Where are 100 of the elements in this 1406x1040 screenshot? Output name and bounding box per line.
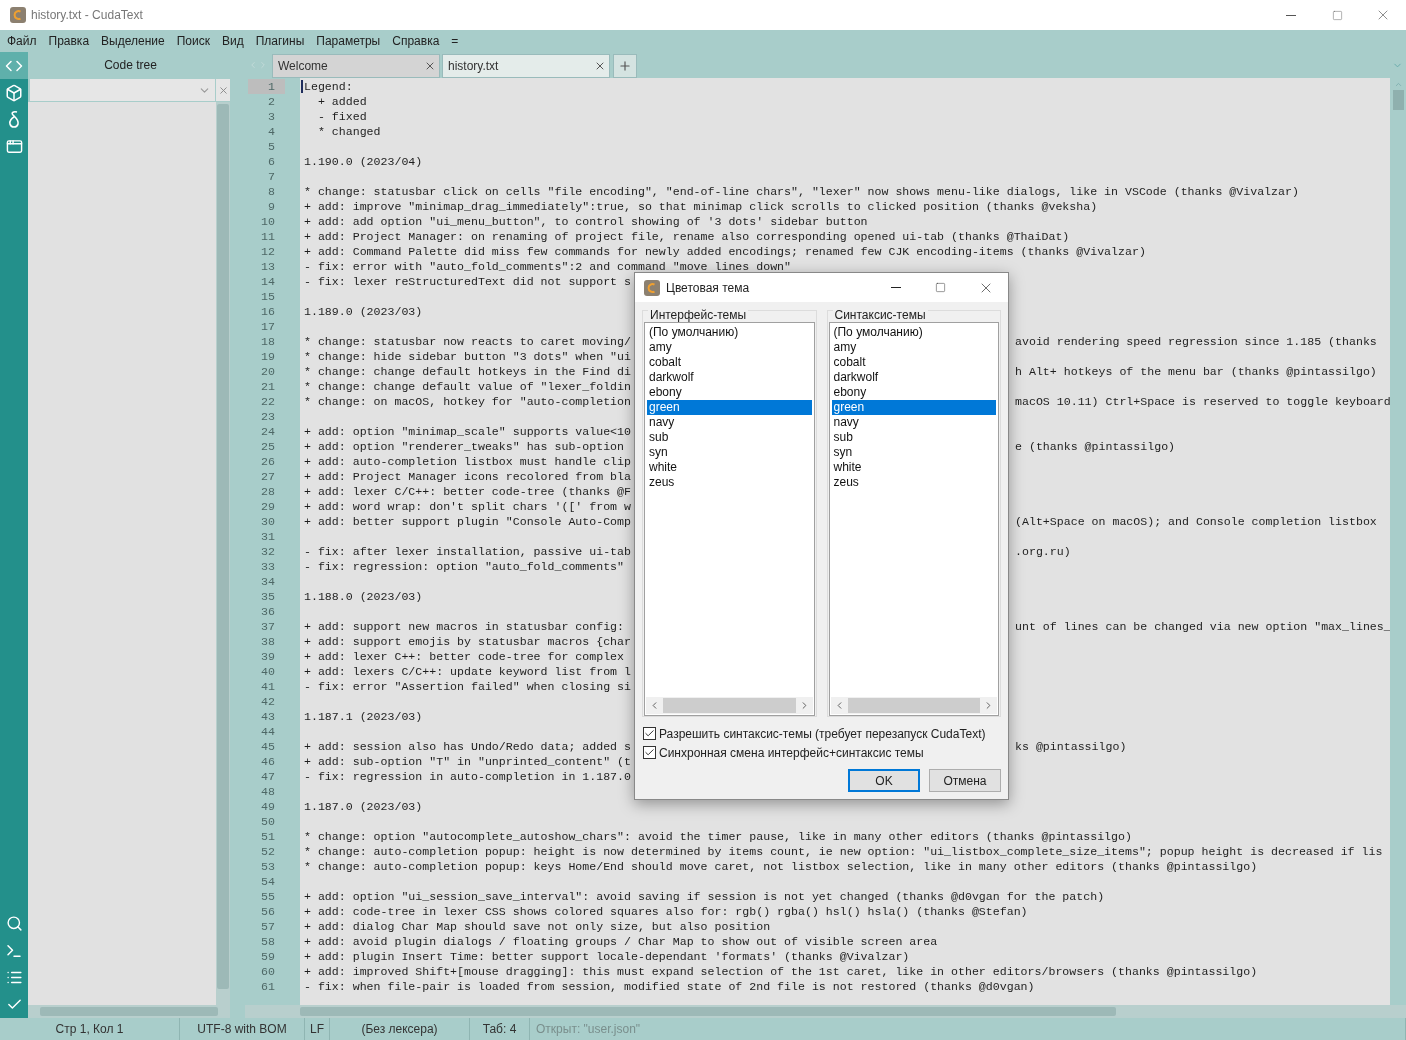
code-line: - fix: lexer reStructuredText did not support s bbox=[304, 275, 631, 288]
dialog-button[interactable]: Отмена bbox=[929, 769, 1001, 792]
clear-button[interactable] bbox=[216, 79, 230, 101]
code-line: - fix: regression: option "auto_fold_comments" bbox=[304, 560, 625, 573]
line-number: 49 bbox=[260, 799, 276, 814]
line-number: 45 bbox=[260, 739, 276, 754]
status-cell[interactable]: LF bbox=[310, 1020, 324, 1038]
list-item[interactable]: navy bbox=[831, 415, 996, 430]
menu-item[interactable]: Файл bbox=[1, 32, 43, 50]
code-line: * changed bbox=[316, 125, 381, 138]
menu-item[interactable]: Поиск bbox=[170, 32, 216, 50]
list-item[interactable]: cobalt bbox=[831, 355, 996, 370]
code-line: + add: option "ui_session_save_interval": avoid saving if session is not yet changed (thanks @d0vgan for the patch) bbox=[304, 890, 1105, 903]
menu-item[interactable]: = bbox=[445, 32, 465, 50]
list-item[interactable]: syn bbox=[831, 445, 996, 460]
line-number: 33 bbox=[260, 559, 276, 574]
dialog-title: Цветовая тема bbox=[666, 279, 750, 297]
list-item[interactable]: white bbox=[831, 460, 996, 475]
scrollbar[interactable] bbox=[216, 102, 230, 1005]
menu-item[interactable]: Выделение bbox=[95, 32, 171, 50]
menu-item[interactable]: Вид bbox=[215, 32, 250, 50]
status-cell[interactable]: UTF-8 with BOM bbox=[197, 1020, 287, 1038]
list-item[interactable]: darkwolf bbox=[647, 370, 812, 385]
dialog-button[interactable]: OK bbox=[848, 769, 920, 792]
list-icon bbox=[5, 969, 23, 986]
line-number: 43 bbox=[260, 709, 276, 724]
line-number: 40 bbox=[260, 664, 276, 679]
scrollbar[interactable] bbox=[646, 697, 813, 714]
code-line: unt of lines can be changed via new option "max_lines_ bbox=[1015, 619, 1390, 634]
code-line: 1.187.0 (2023/03) bbox=[304, 800, 423, 813]
code-line: - fix: error "Assertion failed" when closing si bbox=[304, 680, 631, 693]
close-tab-icon[interactable] bbox=[594, 60, 606, 72]
list-item[interactable]: (По умолчанию) bbox=[647, 325, 812, 340]
line-number: 14 bbox=[260, 274, 276, 289]
scroll-up-icon[interactable] bbox=[1393, 80, 1403, 89]
list-item[interactable]: syn bbox=[647, 445, 812, 460]
theme-list[interactable]: (По умолчанию) amy cobalt darkwolf ebony green navy sub syn white zeus bbox=[828, 322, 999, 716]
code-line: + add: improved Shift+[mouse dragging]: this must expand selection of the 1st caret, like in other editors/browsers (thanks @pintassilgo) bbox=[304, 965, 1258, 978]
checkbox[interactable] bbox=[643, 727, 656, 740]
line-number: 2 bbox=[267, 94, 276, 109]
code-line: + add: Project Manager icons recolored from bla bbox=[304, 470, 631, 483]
code-line: ks @pintassilgo) bbox=[1015, 739, 1127, 754]
line-number: 51 bbox=[260, 829, 276, 844]
line-number: 55 bbox=[260, 889, 276, 904]
status-cell[interactable]: Таб: 4 bbox=[482, 1020, 517, 1038]
text-caret bbox=[301, 80, 303, 93]
close-tab-icon[interactable] bbox=[424, 60, 436, 72]
code-line: 1.188.0 (2023/03) bbox=[304, 590, 423, 603]
editor-tab[interactable]: Welcome bbox=[272, 54, 440, 78]
list-item[interactable]: amy bbox=[647, 340, 812, 355]
code-line: - fixed bbox=[316, 110, 367, 123]
search-icon bbox=[5, 915, 23, 932]
menu-item[interactable]: Параметры bbox=[310, 32, 387, 50]
scrollbar-thumb[interactable] bbox=[1392, 90, 1404, 110]
code-line: - fix: when file-pair is loaded from session, modified state of 2nd file is not restored (thanks @d0vgan) bbox=[304, 980, 1035, 993]
window-icon bbox=[5, 138, 23, 155]
sidebar-button[interactable] bbox=[0, 52, 28, 79]
editor-tab[interactable]: history.txt bbox=[442, 54, 610, 78]
scrollbar-thumb[interactable] bbox=[217, 104, 229, 989]
line-number: 42 bbox=[260, 694, 276, 709]
status-cell[interactable]: (Без лексера) bbox=[361, 1020, 438, 1038]
code-line: h Alt+ hotkeys of the menu bar (thanks @pintassilgo) bbox=[1015, 364, 1377, 379]
list-item[interactable]: white bbox=[647, 460, 812, 475]
panel-title: Code tree bbox=[104, 57, 157, 74]
menu-item[interactable]: Правка bbox=[42, 32, 96, 50]
line-number: 24 bbox=[260, 424, 276, 439]
line-number: 59 bbox=[260, 949, 276, 964]
list-item[interactable]: green bbox=[831, 400, 996, 415]
list-item[interactable]: amy bbox=[831, 340, 996, 355]
list-item[interactable]: zeus bbox=[647, 475, 812, 490]
menu-item[interactable]: Справка bbox=[386, 32, 446, 50]
scrollbar[interactable] bbox=[1390, 78, 1406, 1005]
list-item[interactable]: ebony bbox=[647, 385, 812, 400]
list-item[interactable]: darkwolf bbox=[831, 370, 996, 385]
theme-list[interactable]: (По умолчанию) amy cobalt darkwolf ebony green navy sub syn white zeus bbox=[644, 322, 815, 716]
list-item[interactable]: ebony bbox=[831, 385, 996, 400]
list-item[interactable]: navy bbox=[647, 415, 812, 430]
code-line: 1.189.0 (2023/03) bbox=[304, 305, 423, 318]
code-line: avoid rendering speed regression since 1.185 (thanks bbox=[1015, 334, 1377, 349]
list-item[interactable]: cobalt bbox=[647, 355, 812, 370]
code-line: 1.190.0 (2023/04) bbox=[304, 155, 423, 168]
new-tab-button[interactable] bbox=[613, 54, 637, 78]
line-number: 7 bbox=[267, 169, 276, 184]
line-number: 18 bbox=[260, 334, 276, 349]
menu-item[interactable]: Плагины bbox=[249, 32, 311, 50]
scrollbar[interactable] bbox=[830, 697, 997, 714]
list-item[interactable]: zeus bbox=[831, 475, 996, 490]
list-item[interactable]: (По умолчанию) bbox=[831, 325, 996, 340]
list-item[interactable]: green bbox=[647, 400, 812, 415]
line-number: 52 bbox=[260, 844, 276, 859]
line-number: 56 bbox=[260, 904, 276, 919]
line-number: 39 bbox=[260, 649, 276, 664]
list-item[interactable]: sub bbox=[831, 430, 996, 445]
list-item[interactable]: sub bbox=[647, 430, 812, 445]
line-number: 35 bbox=[260, 589, 276, 604]
checkbox[interactable] bbox=[643, 746, 656, 759]
scrollbar[interactable] bbox=[245, 1005, 1406, 1018]
scrollbar[interactable] bbox=[28, 1005, 230, 1018]
status-cell[interactable]: Стр 1, Кол 1 bbox=[55, 1020, 124, 1038]
line-number: 36 bbox=[260, 604, 276, 619]
